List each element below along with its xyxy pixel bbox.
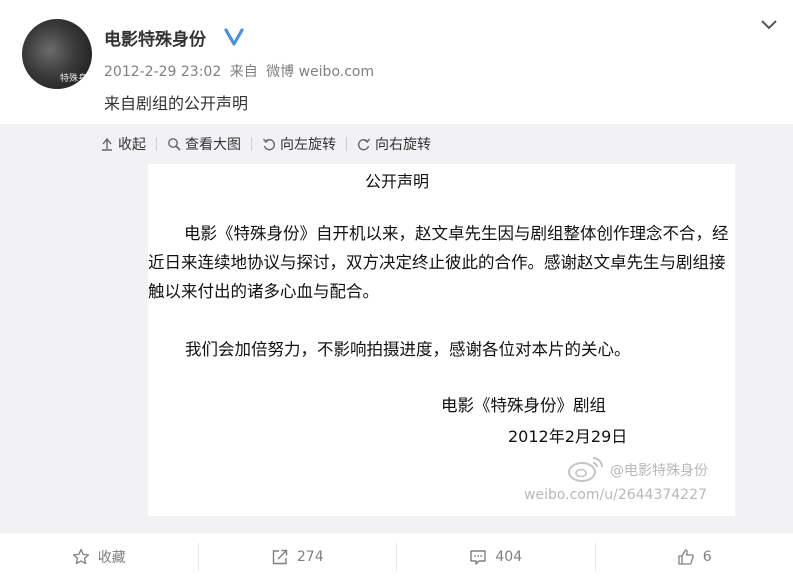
- rotate-right-label: 向右旋转: [375, 134, 431, 154]
- statement-signature: 电影《特殊身份》剧组: [441, 392, 606, 416]
- rotate-right-icon: [357, 137, 371, 151]
- star-icon: [72, 548, 90, 566]
- avatar-overlay-text: 特殊身: [60, 71, 87, 84]
- chevron-down-icon[interactable]: [758, 16, 780, 34]
- statement-title: 公开声明: [365, 168, 429, 192]
- avatar[interactable]: 特殊身: [22, 19, 92, 89]
- view-large-button[interactable]: 查看大图: [167, 134, 241, 154]
- toolbar-divider: [251, 137, 252, 151]
- like-icon: [677, 548, 695, 566]
- post-timestamp[interactable]: 2012-2-29 23:02: [104, 64, 221, 80]
- source-prefix: 来自: [230, 64, 258, 80]
- like-count: 6: [703, 549, 712, 565]
- media-toolbar: 收起 查看大图 向左旋转 向右旋转: [100, 133, 431, 155]
- favorite-button[interactable]: 收藏: [0, 533, 198, 580]
- comment-icon: [469, 548, 487, 566]
- username[interactable]: 电影特殊身份: [104, 25, 206, 50]
- toolbar-divider: [346, 137, 347, 151]
- action-bar: 收藏 274 404 6: [0, 532, 793, 580]
- rotate-left-label: 向左旋转: [280, 134, 336, 154]
- view-large-label: 查看大图: [185, 134, 241, 154]
- comment-button[interactable]: 404: [397, 533, 595, 580]
- magnifier-icon: [167, 137, 181, 151]
- repost-count: 274: [297, 549, 324, 565]
- watermark-user: @电影特殊身份: [610, 460, 708, 480]
- statement-date: 2012年2月29日: [508, 423, 627, 447]
- statement-paragraph-1: 电影《特殊身份》自开机以来，赵文卓先生因与剧组整体创作理念不合，经近日来连续地协…: [148, 219, 735, 306]
- favorite-label: 收藏: [98, 547, 126, 567]
- collapse-icon: [100, 137, 114, 151]
- statement-paragraph-2: 我们会加倍努力，不影响拍摄进度，感谢各位对本片的关心。: [185, 336, 631, 360]
- collapse-button[interactable]: 收起: [100, 134, 146, 154]
- like-button[interactable]: 6: [596, 533, 793, 580]
- rotate-left-button[interactable]: 向左旋转: [262, 134, 336, 154]
- rotate-left-icon: [262, 137, 276, 151]
- toolbar-divider: [156, 137, 157, 151]
- post-meta: 2012-2-29 23:02 来自 微博 weibo.com: [104, 61, 378, 81]
- collapse-label: 收起: [118, 134, 146, 154]
- statement-image[interactable]: 公开声明 电影《特殊身份》自开机以来，赵文卓先生因与剧组整体创作理念不合，经近日…: [148, 164, 735, 516]
- post-text: 来自剧组的公开声明: [104, 90, 248, 114]
- weibo-logo-icon: [566, 455, 606, 483]
- rotate-right-button[interactable]: 向右旋转: [357, 134, 431, 154]
- repost-button[interactable]: 274: [199, 533, 397, 580]
- watermark-url: weibo.com/u/2644374227: [524, 487, 707, 503]
- post-source[interactable]: 微博 weibo.com: [266, 64, 374, 80]
- comment-count: 404: [495, 549, 522, 565]
- repost-icon: [271, 548, 289, 566]
- verified-icon: [223, 26, 245, 48]
